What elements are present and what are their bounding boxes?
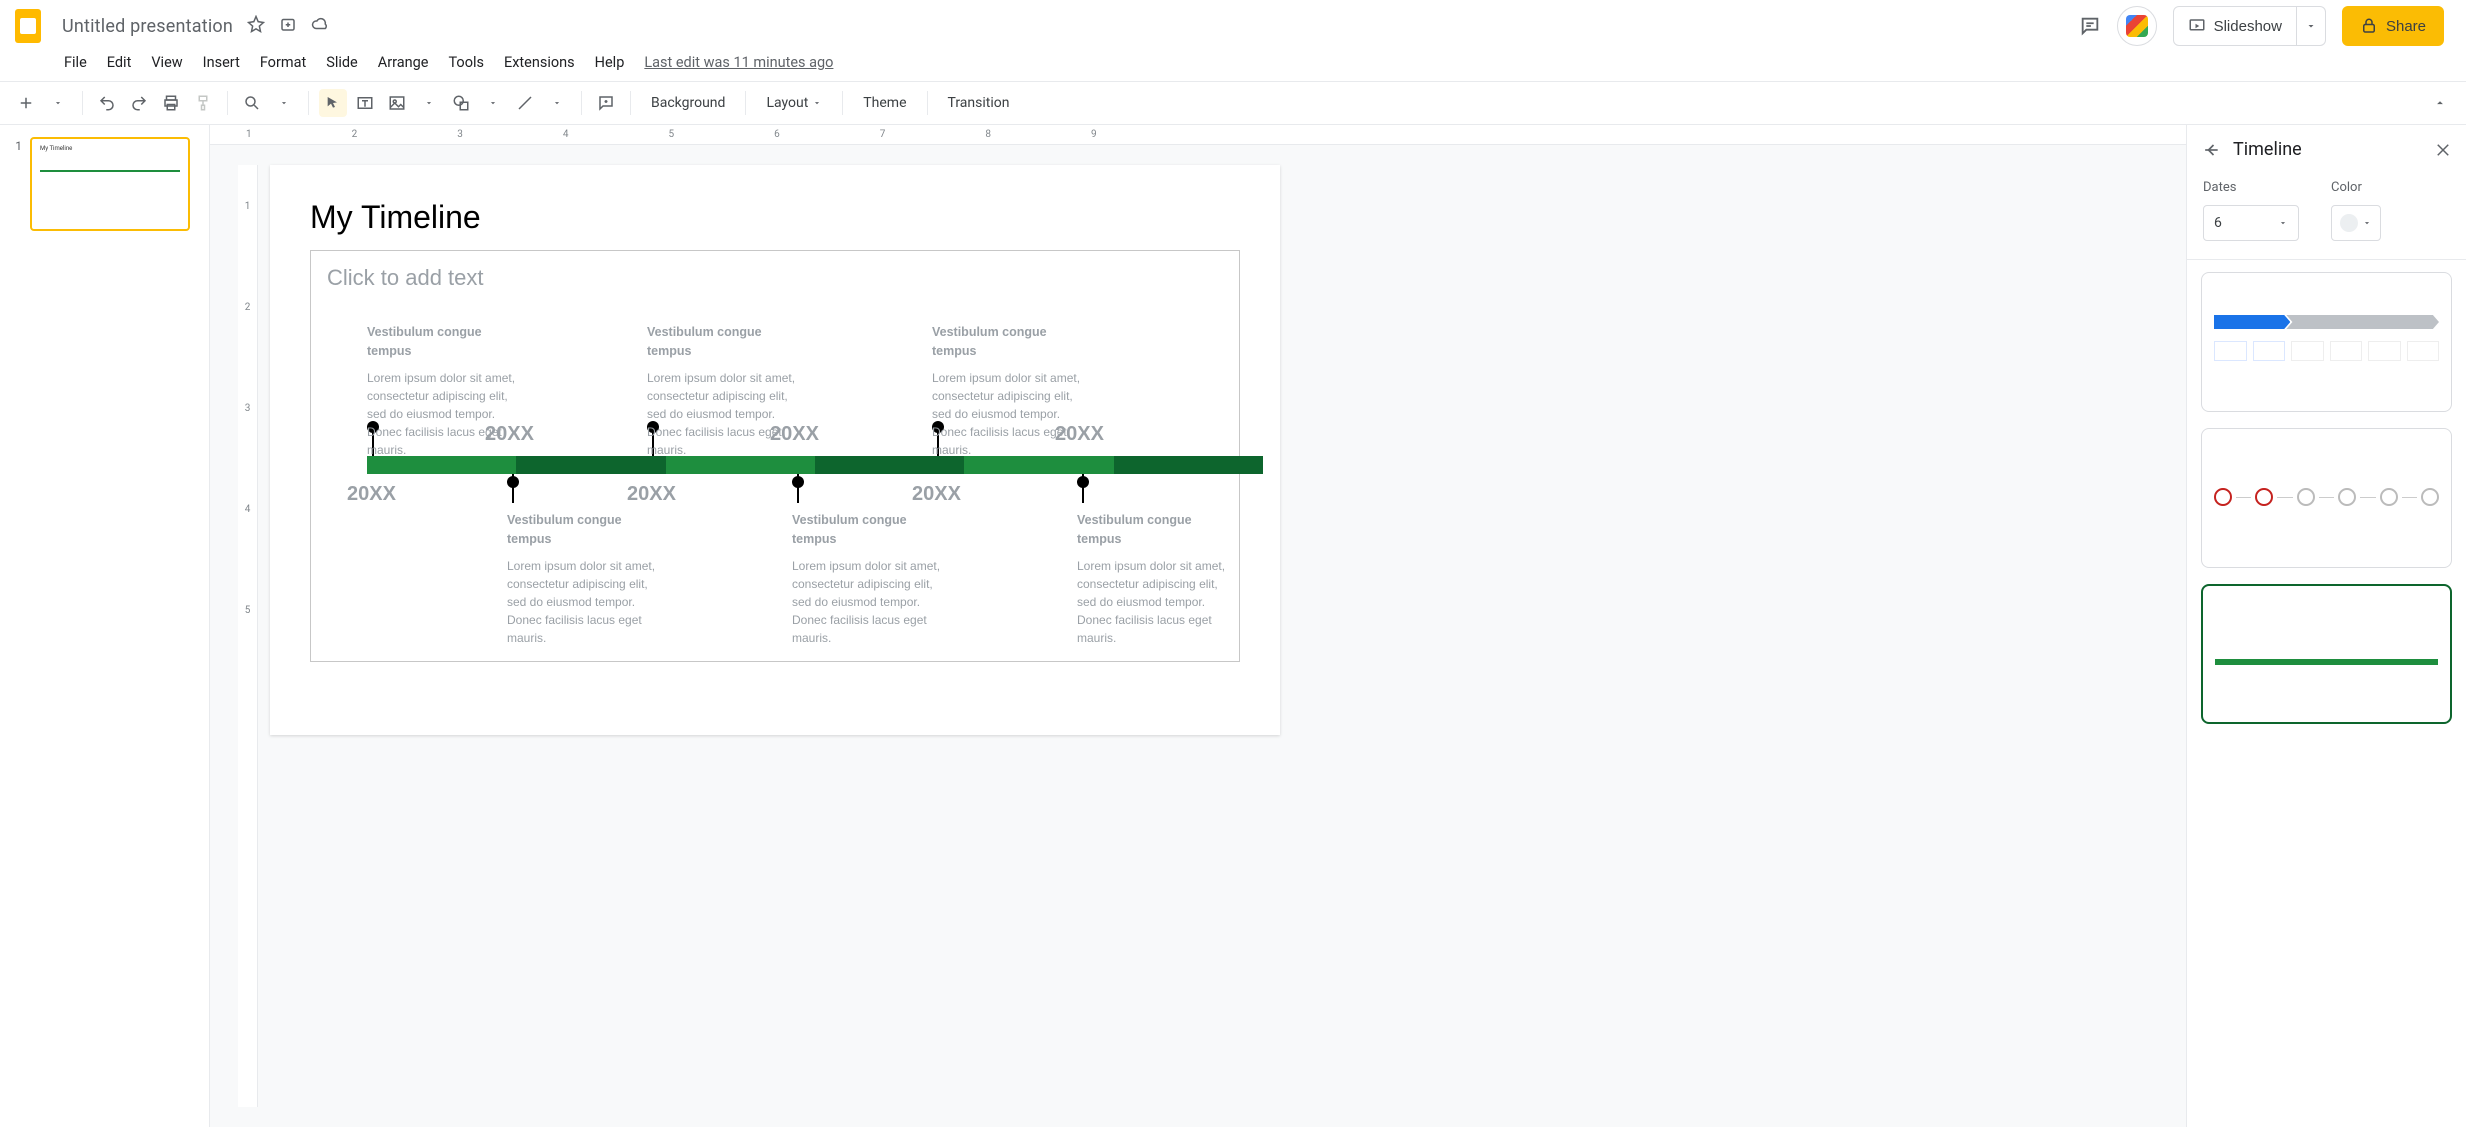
- dates-dropdown[interactable]: 6: [2203, 205, 2299, 241]
- layout-label: Layout: [766, 95, 808, 111]
- theme-button[interactable]: Theme: [853, 89, 916, 117]
- last-edit-link[interactable]: Last edit was 11 minutes ago: [644, 54, 833, 71]
- select-tool[interactable]: [319, 89, 347, 117]
- comment-tool[interactable]: [592, 89, 620, 117]
- timeline-card: Vestibulum congue tempusLorem ipsum dolo…: [1077, 511, 1227, 647]
- timeline-year: 20XX: [627, 483, 676, 506]
- timeline-year: 20XX: [347, 483, 396, 506]
- menu-view[interactable]: View: [151, 54, 182, 71]
- menu-extensions[interactable]: Extensions: [504, 54, 575, 71]
- new-slide-button[interactable]: [12, 89, 40, 117]
- textbox-tool[interactable]: [351, 89, 379, 117]
- menu-insert[interactable]: Insert: [203, 54, 240, 71]
- menu-tools[interactable]: Tools: [448, 54, 484, 71]
- timeline-year: 20XX: [485, 423, 534, 446]
- filmstrip[interactable]: 1 My Timeline: [0, 125, 210, 1127]
- horizontal-ruler: 123456789: [210, 125, 2186, 145]
- slideshow-label: Slideshow: [2214, 18, 2282, 35]
- timeline-card: Vestibulum congue tempusLorem ipsum dolo…: [507, 511, 657, 647]
- meet-button[interactable]: [2117, 6, 2157, 46]
- timeline-template-1[interactable]: [2201, 272, 2452, 412]
- shape-dropdown[interactable]: [479, 89, 507, 117]
- menu-file[interactable]: File: [64, 54, 87, 71]
- menu-bar: File Edit View Insert Format Slide Arran…: [8, 48, 2458, 81]
- subtitle-placeholder[interactable]: Click to add text 20XX Vestibulum congue…: [310, 250, 1240, 662]
- panel-title: Timeline: [2233, 139, 2302, 160]
- image-tool[interactable]: [383, 89, 411, 117]
- color-dropdown[interactable]: [2331, 205, 2381, 241]
- move-icon[interactable]: [279, 15, 297, 37]
- star-icon[interactable]: [247, 15, 265, 37]
- comments-icon[interactable]: [2079, 15, 2101, 37]
- menu-arrange[interactable]: Arrange: [378, 54, 429, 71]
- collapse-toolbar-button[interactable]: [2426, 89, 2454, 117]
- line-tool[interactable]: [511, 89, 539, 117]
- slide-canvas[interactable]: My Timeline Click to add text 20XX: [270, 165, 1280, 735]
- undo-button[interactable]: [93, 89, 121, 117]
- dates-label: Dates: [2203, 180, 2299, 195]
- color-label: Color: [2331, 180, 2381, 195]
- timeline-year: 20XX: [1055, 423, 1104, 446]
- doc-title[interactable]: Untitled presentation: [62, 16, 233, 37]
- menu-format[interactable]: Format: [260, 54, 306, 71]
- vertical-ruler: 12345: [238, 165, 258, 1107]
- menu-help[interactable]: Help: [595, 54, 625, 71]
- line-dropdown[interactable]: [543, 89, 571, 117]
- redo-button[interactable]: [125, 89, 153, 117]
- menu-slide[interactable]: Slide: [326, 54, 358, 71]
- app-logo[interactable]: [8, 6, 48, 46]
- toolbar: Background Layout Theme Transition: [0, 81, 2466, 125]
- timeline-template-2[interactable]: [2201, 428, 2452, 568]
- timeline-template-3[interactable]: [2201, 584, 2452, 724]
- zoom-button[interactable]: [238, 89, 266, 117]
- subtitle-text: Click to add text: [327, 265, 484, 290]
- dates-value: 6: [2214, 215, 2222, 231]
- menu-edit[interactable]: Edit: [107, 54, 132, 71]
- zoom-dropdown[interactable]: [270, 89, 298, 117]
- timeline-card: Vestibulum congue tempusLorem ipsum dolo…: [792, 511, 942, 647]
- print-button[interactable]: [157, 89, 185, 117]
- layout-button[interactable]: Layout: [756, 89, 832, 117]
- cloud-icon[interactable]: [311, 15, 329, 37]
- share-button[interactable]: Share: [2342, 6, 2444, 46]
- timeline-diagram[interactable]: 20XX Vestibulum congue tempusLorem ipsum…: [327, 311, 1223, 631]
- transition-button[interactable]: Transition: [938, 89, 1020, 117]
- shape-tool[interactable]: [447, 89, 475, 117]
- timeline-panel: Timeline Dates 6 Color: [2186, 125, 2466, 1127]
- slide-thumbnail[interactable]: My Timeline: [30, 137, 190, 231]
- slide-title[interactable]: My Timeline: [310, 199, 1240, 236]
- share-label: Share: [2386, 18, 2426, 35]
- panel-back-button[interactable]: [2201, 140, 2221, 160]
- new-slide-dropdown[interactable]: [44, 89, 72, 117]
- image-dropdown[interactable]: [415, 89, 443, 117]
- paint-format-button[interactable]: [189, 89, 217, 117]
- slideshow-button[interactable]: Slideshow: [2173, 6, 2297, 46]
- background-button[interactable]: Background: [641, 89, 735, 117]
- panel-close-button[interactable]: [2434, 141, 2452, 159]
- slideshow-dropdown[interactable]: [2297, 6, 2326, 46]
- timeline-year: 20XX: [912, 483, 961, 506]
- slide-number: 1: [10, 137, 22, 231]
- timeline-year: 20XX: [770, 423, 819, 446]
